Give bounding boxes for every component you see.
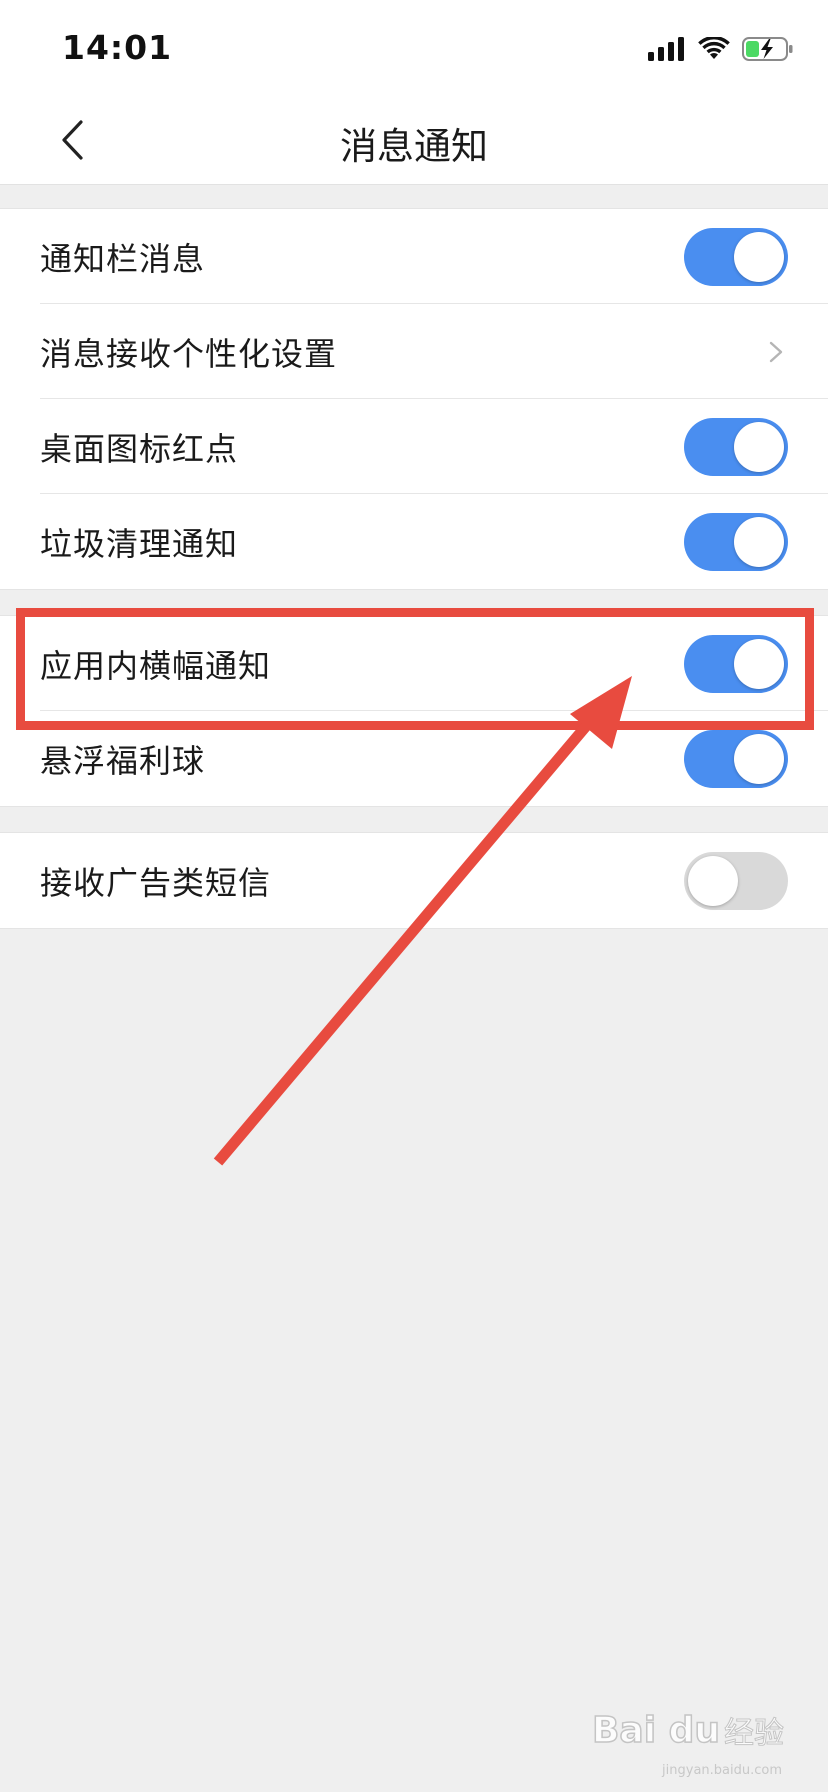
toggle-knob: [734, 638, 784, 689]
toggle-notification-bar[interactable]: [684, 227, 788, 286]
watermark-logo: Bai du: [591, 1709, 721, 1752]
status-time: 14:01: [62, 28, 173, 67]
row-label: 消息接收个性化设置: [40, 334, 338, 373]
status-bar: 14:01: [0, 0, 828, 96]
row-label: 接收广告类短信: [40, 863, 272, 902]
settings-group-in-app: 应用内横幅通知 悬浮福利球: [0, 615, 828, 807]
toggle-knob: [734, 733, 784, 784]
row-label: 应用内横幅通知: [40, 646, 272, 685]
settings-group-sms: 接收广告类短信: [0, 832, 828, 929]
row-label: 桌面图标红点: [40, 429, 239, 468]
page-title: 消息通知: [340, 125, 488, 168]
toggle-knob: [688, 855, 738, 906]
toggle-in-app-banner[interactable]: [684, 634, 788, 693]
chevron-right-icon: [769, 341, 783, 362]
cellular-signal-icon: [648, 37, 684, 61]
row-desktop-badge: 桌面图标红点: [0, 399, 828, 494]
row-notification-bar: 通知栏消息: [0, 209, 828, 304]
status-icons: [648, 34, 794, 64]
row-label: 悬浮福利球: [40, 741, 206, 780]
wifi-icon: [698, 37, 730, 59]
toggle-knob: [734, 516, 784, 567]
row-in-app-banner: 应用内横幅通知: [0, 616, 828, 711]
row-junk-cleanup: 垃圾清理通知: [0, 494, 828, 589]
toggle-junk-cleanup[interactable]: [684, 512, 788, 571]
row-label: 通知栏消息: [40, 239, 206, 278]
toggle-floating-bonus-ball[interactable]: [684, 729, 788, 788]
toggle-knob: [734, 421, 784, 472]
row-ad-sms: 接收广告类短信: [0, 833, 828, 928]
row-personalized-settings[interactable]: 消息接收个性化设置: [0, 304, 828, 399]
toggle-ad-sms[interactable]: [684, 851, 788, 910]
watermark-text: 经验: [724, 1716, 785, 1752]
row-floating-bonus-ball: 悬浮福利球: [0, 711, 828, 806]
toggle-desktop-badge[interactable]: [684, 417, 788, 476]
battery-charging-icon: [742, 37, 793, 61]
settings-group-general: 通知栏消息 消息接收个性化设置 桌面图标红点 垃圾清理通知: [0, 208, 828, 590]
toggle-knob: [734, 231, 784, 282]
watermark: Bai du 经验: [591, 1708, 785, 1752]
nav-bar: 消息通知: [0, 96, 828, 185]
watermark-url: jingyan.baidu.com: [662, 1763, 782, 1778]
row-label: 垃圾清理通知: [40, 524, 239, 563]
